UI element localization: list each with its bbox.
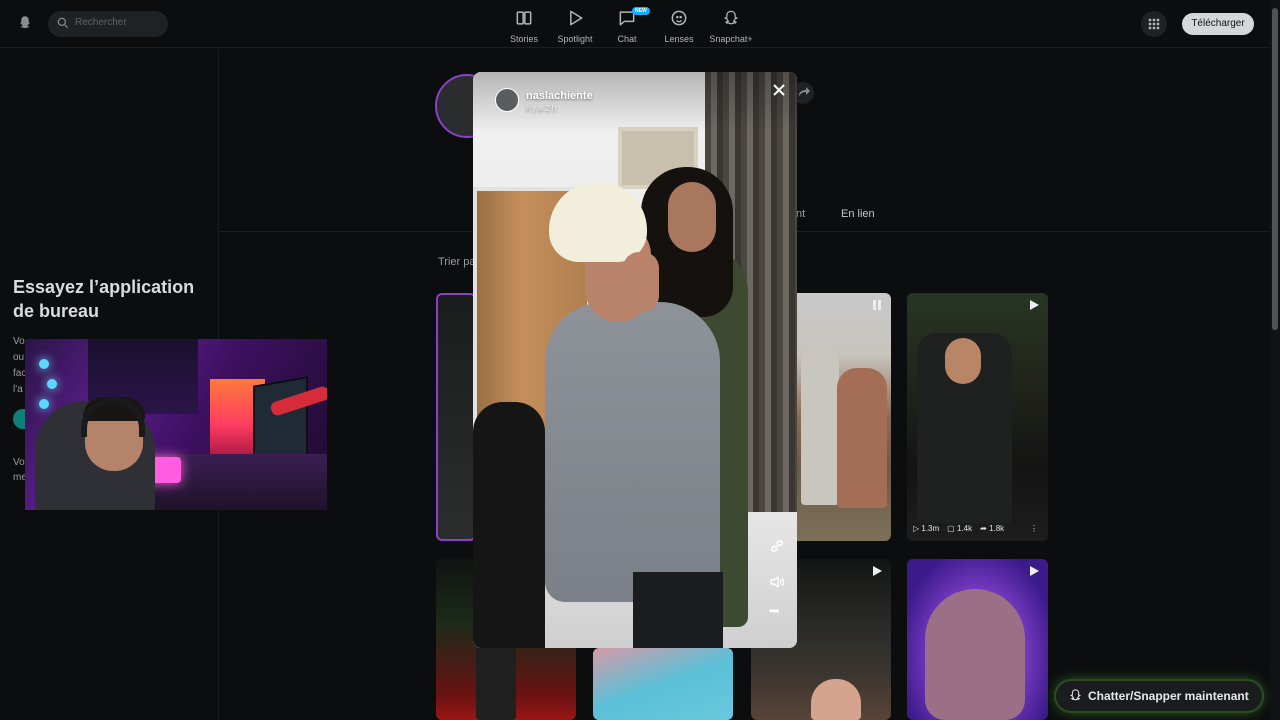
- story-username[interactable]: naslachiente: [526, 90, 593, 102]
- story-person-face: [668, 182, 716, 252]
- webcam-overlay: [25, 339, 327, 510]
- tile-play-icon: [1030, 300, 1039, 310]
- story-viewer[interactable]: naslachiente Il y a 2 h •••: [473, 72, 797, 648]
- snapchat-web-page: Rechercher Stories Spotlight NEW Chat Le…: [0, 0, 1280, 720]
- tile-play-icon: [873, 566, 882, 576]
- tile-stat-plays: ▷ 1.3m: [913, 524, 940, 533]
- story-user-avatar[interactable]: [495, 88, 519, 112]
- apps-grid-button[interactable]: [1141, 11, 1167, 37]
- chat-snap-now-button[interactable]: Chatter/Snapper maintenant: [1056, 681, 1262, 711]
- tab-partial[interactable]: nt: [796, 208, 805, 220]
- nav-label-lenses: Lenses: [664, 34, 694, 44]
- spotlight-tile[interactable]: [907, 559, 1048, 720]
- story-tile[interactable]: [797, 293, 891, 541]
- page-scrollbar[interactable]: [1270, 0, 1280, 720]
- chat-button-label: Chatter/Snapper maintenant: [1088, 689, 1249, 703]
- scrollbar-thumb[interactable]: [1272, 8, 1278, 330]
- search-bar[interactable]: Rechercher: [48, 11, 168, 37]
- tab-en-lien[interactable]: En lien: [841, 208, 875, 220]
- tile-stats: ▷ 1.3m ▢ 1.4k ➦ 1.8k: [913, 524, 1004, 533]
- story-timestamp: Il y a 2 h: [526, 104, 557, 113]
- comments-count: 1.4k: [956, 524, 973, 533]
- nav-label-spotlight: Spotlight: [557, 34, 593, 44]
- tile-figure: [801, 345, 839, 505]
- story-header-shade: [473, 72, 797, 132]
- nav-snapchat-plus[interactable]: Snapchat+: [701, 8, 761, 44]
- webcam-light: [47, 379, 57, 389]
- shares-count: 1.8k: [989, 524, 1005, 533]
- tile-more-icon[interactable]: ⋮: [1030, 524, 1038, 533]
- ghost-icon: [1070, 689, 1081, 701]
- link-icon[interactable]: [769, 538, 785, 554]
- stories-icon: [516, 11, 532, 25]
- webcam-light: [39, 399, 49, 409]
- nav-label-snapchat-plus: Snapchat+: [709, 34, 753, 44]
- tile-face: [945, 338, 981, 384]
- sound-icon[interactable]: [769, 574, 785, 590]
- spotlight-tile[interactable]: ▷ 1.3m ▢ 1.4k ➦ 1.8k ⋮: [907, 293, 1048, 541]
- story-person-left: [473, 402, 545, 648]
- grid-icon: [1148, 18, 1160, 30]
- close-icon[interactable]: [769, 80, 789, 100]
- search-placeholder: Rechercher: [75, 17, 127, 28]
- promo-title: Essayez l’application de bureau: [13, 277, 195, 321]
- snapchat-plus-icon: [723, 10, 739, 25]
- search-icon: [57, 17, 69, 29]
- story-person-pants: [633, 572, 723, 648]
- nav-label-chat: Chat: [617, 34, 637, 44]
- play-icon: [570, 10, 583, 26]
- lenses-icon: [671, 10, 687, 26]
- tile-face: [925, 589, 1025, 720]
- nav-lenses[interactable]: Lenses: [649, 8, 709, 44]
- story-person-grey: [545, 302, 720, 602]
- download-button[interactable]: Télécharger: [1182, 13, 1254, 35]
- tile-figure: [837, 368, 887, 508]
- story-tile[interactable]: [436, 293, 476, 541]
- tile-stat-shares: ➦ 1.8k: [980, 524, 1005, 533]
- sort-label[interactable]: Trier pa: [438, 256, 476, 268]
- nav-spotlight[interactable]: Spotlight: [545, 8, 605, 44]
- nav-chat[interactable]: NEW Chat: [597, 7, 657, 44]
- story-person-hand: [623, 252, 659, 312]
- new-badge: NEW: [632, 7, 650, 15]
- tile-stat-comments: ▢ 1.4k: [947, 524, 973, 533]
- tile-face: [811, 679, 861, 720]
- plays-count: 1.3m: [921, 524, 940, 533]
- webcam-light: [39, 359, 49, 369]
- tile-pause-icon: [873, 300, 881, 310]
- story-tile[interactable]: [593, 648, 733, 720]
- top-bar: Rechercher Stories Spotlight NEW Chat Le…: [0, 0, 1270, 48]
- tile-play-icon: [1030, 566, 1039, 576]
- snapchat-logo-icon[interactable]: [16, 14, 34, 32]
- more-options-icon[interactable]: •••: [769, 605, 785, 617]
